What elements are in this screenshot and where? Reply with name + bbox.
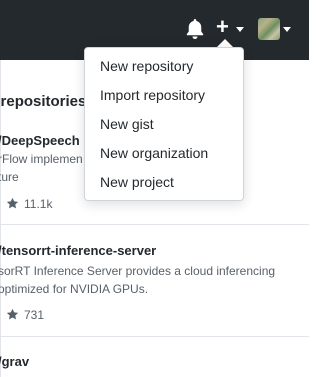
repo-description-line: optimized for NVIDIA GPUs. [0,282,149,296]
repo-stars: 731 [6,308,44,322]
plus-chevron-down-icon[interactable] [236,27,244,32]
star-count: 11.1k [24,197,53,211]
repo-stars: 11.1k [6,197,52,211]
divider [0,336,309,337]
bell-icon[interactable] [186,19,204,39]
menu-item-import-repository[interactable]: Import repository [100,87,205,103]
avatar[interactable] [258,18,280,40]
menu-item-new-project[interactable]: New project [100,174,174,190]
dropdown-caret [217,39,233,47]
avatar-chevron-down-icon[interactable] [283,27,291,32]
star-icon [6,308,19,320]
star-count: 731 [24,308,45,322]
repo-link[interactable]: /tensorrt-inference-server [0,243,156,258]
star-icon [6,197,19,209]
plus-icon[interactable]: + [216,16,229,38]
menu-item-new-repository[interactable]: New repository [100,58,193,74]
menu-item-new-organization[interactable]: New organization [100,145,208,161]
repo-description-line: sorRT Inference Server provides a cloud … [0,264,276,278]
divider [0,224,309,225]
section-title: e repositories [0,93,87,110]
repo-link[interactable]: /DeepSpeech [0,133,80,148]
create-new-dropdown: New repository Import repository New gis… [84,47,244,201]
repo-link[interactable]: /grav [0,354,29,369]
menu-item-new-gist[interactable]: New gist [100,116,154,132]
